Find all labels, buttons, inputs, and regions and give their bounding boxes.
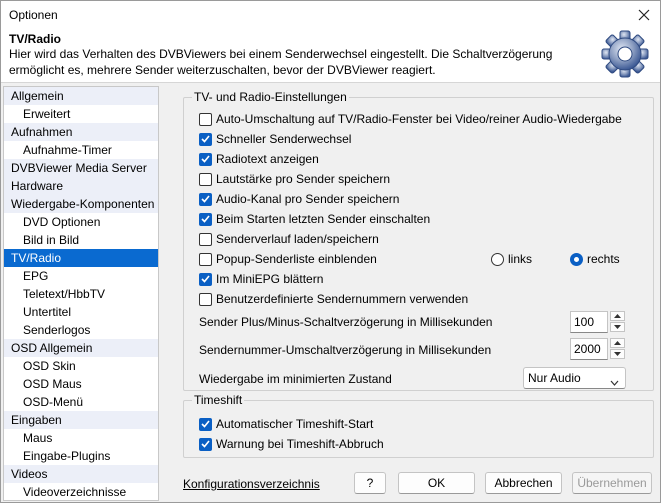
miniepg-scroll-checkbox[interactable]: Im MiniEPG blättern: [199, 270, 323, 288]
number-delay-label: Sendernummer-Umschaltverzögerung in Mill…: [199, 343, 492, 357]
number-delay-value[interactable]: 2000: [570, 338, 608, 360]
switch-delay-label: Sender Plus/Minus-Schaltverzögerung in M…: [199, 315, 493, 329]
timeshift-legend: Timeshift: [192, 393, 245, 407]
checkbox-label: Warnung bei Timeshift-Abbruch: [216, 437, 384, 451]
page-title: TV/Radio: [9, 32, 62, 46]
help-button[interactable]: ?: [354, 472, 386, 494]
checkbox[interactable]: [199, 232, 212, 246]
audio-channel-per-channel-checkbox[interactable]: Audio-Kanal pro Sender speichern: [199, 190, 399, 208]
page-description: Hier wird das Verhalten des DVBViewers b…: [9, 47, 553, 77]
radiotext-checkbox[interactable]: Radiotext anzeigen: [199, 150, 319, 168]
sidebar-item[interactable]: Bild in Bild: [4, 231, 158, 249]
checkbox-label: Schneller Senderwechsel: [216, 132, 352, 146]
sidebar-item[interactable]: OSD Allgemein: [4, 339, 158, 357]
sidebar-item[interactable]: Senderlogos: [4, 321, 158, 339]
sidebar-item[interactable]: DVBViewer Media Server: [4, 159, 158, 177]
sidebar-item[interactable]: Hardware: [4, 177, 158, 195]
sidebar-item[interactable]: DVD Optionen: [4, 213, 158, 231]
checkbox[interactable]: [199, 192, 212, 206]
sidebar-item[interactable]: Maus: [4, 429, 158, 447]
sidebar-item[interactable]: TV/Radio: [4, 249, 158, 267]
tv-radio-legend: TV- und Radio-Einstellungen: [192, 90, 349, 104]
number-delay-stepper[interactable]: 2000: [570, 338, 626, 360]
sidebar-item[interactable]: Wiedergabe-Komponenten: [4, 195, 158, 213]
sidebar-item[interactable]: Aufnahmen: [4, 123, 158, 141]
sidebar-item[interactable]: OSD Maus: [4, 375, 158, 393]
sidebar-item[interactable]: OSD Skin: [4, 357, 158, 375]
sidebar-item[interactable]: Eingabe-Plugins: [4, 447, 158, 465]
volume-per-channel-checkbox[interactable]: Lautstärke pro Sender speichern: [199, 170, 390, 188]
custom-channel-numbers-checkbox[interactable]: Benutzerdefinierte Sendernummern verwend…: [199, 290, 468, 308]
fast-channel-switch-checkbox[interactable]: Schneller Senderwechsel: [199, 130, 351, 148]
sidebar-item[interactable]: Untertitel: [4, 303, 158, 321]
checkbox[interactable]: [199, 172, 212, 186]
checkbox[interactable]: [199, 252, 212, 266]
checkbox-label: Im MiniEPG blättern: [216, 272, 324, 286]
apply-button[interactable]: Übernehmen: [572, 472, 652, 494]
sidebar-item[interactable]: Aufnahme-Timer: [4, 141, 158, 159]
checkbox[interactable]: [199, 292, 212, 306]
checkbox-label: Popup-Senderliste einblenden: [216, 252, 377, 266]
checkbox-label: Senderverlauf laden/speichern: [216, 232, 379, 246]
checkbox[interactable]: [199, 272, 212, 286]
close-icon[interactable]: [634, 5, 654, 25]
checkbox[interactable]: [199, 437, 212, 451]
popup-channel-list-checkbox[interactable]: Popup-Senderliste einblenden: [199, 250, 377, 268]
switch-delay-stepper[interactable]: 100: [570, 311, 626, 333]
checkbox-label: Lautstärke pro Sender speichern: [216, 172, 391, 186]
cancel-button[interactable]: Abbrechen: [485, 472, 562, 494]
options-window: Optionen TV/Radio Hier wird das Verhalte…: [0, 0, 661, 503]
switch-delay-value[interactable]: 100: [570, 311, 608, 333]
radio-links-button[interactable]: [491, 252, 504, 266]
spin-up-icon[interactable]: [610, 338, 625, 348]
radio-links[interactable]: links: [491, 250, 532, 268]
checkbox-label: Automatischer Timeshift-Start: [216, 417, 374, 431]
minimized-playback-label: Wiedergabe im minimierten Zustand: [199, 372, 392, 386]
chevron-down-icon: [610, 372, 619, 392]
auto-switch-checkbox[interactable]: Auto-Umschaltung auf TV/Radio-Fenster be…: [199, 110, 622, 128]
checkbox[interactable]: [199, 112, 212, 126]
sidebar-item[interactable]: Allgemein: [4, 87, 158, 105]
checkbox-label: Auto-Umschaltung auf TV/Radio-Fenster be…: [216, 112, 622, 126]
radio-links-label: links: [508, 252, 533, 266]
sidebar-item[interactable]: Erweitert: [4, 105, 158, 123]
minimized-playback-select[interactable]: Nur Audio: [523, 367, 626, 389]
title-bar: Optionen: [1, 1, 660, 29]
start-last-channel-checkbox[interactable]: Beim Starten letzten Sender einschalten: [199, 210, 430, 228]
gear-icon: [600, 29, 650, 79]
spin-down-icon[interactable]: [610, 322, 625, 332]
timeshift-warning-checkbox[interactable]: Warnung bei Timeshift-Abbruch: [199, 435, 384, 453]
sidebar-item[interactable]: EPG: [4, 267, 158, 285]
radio-rechts[interactable]: rechts: [570, 250, 620, 268]
checkbox[interactable]: [199, 152, 212, 166]
checkbox-label: Beim Starten letzten Sender einschalten: [216, 212, 431, 226]
spin-down-icon[interactable]: [610, 349, 625, 359]
radio-rechts-label: rechts: [587, 252, 620, 266]
radio-rechts-button[interactable]: [570, 252, 583, 266]
sidebar-item[interactable]: Videos: [4, 465, 158, 483]
options-tree[interactable]: Allgemein Erweitert Aufnahmen Aufnahme-Time…: [3, 86, 159, 501]
channel-history-checkbox[interactable]: Senderverlauf laden/speichern: [199, 230, 379, 248]
checkbox-label: Radiotext anzeigen: [216, 152, 319, 166]
checkbox-label: Benutzerdefinierte Sendernummern verwend…: [216, 292, 469, 306]
page-header: TV/Radio Hier wird das Verhalten des DVB…: [1, 29, 660, 83]
auto-timeshift-checkbox[interactable]: Automatischer Timeshift-Start: [199, 415, 373, 433]
sidebar-item[interactable]: Videoverzeichnisse: [4, 483, 158, 500]
checkbox[interactable]: [199, 132, 212, 146]
spin-up-icon[interactable]: [610, 311, 625, 321]
window-title: Optionen: [9, 8, 58, 22]
config-directory-link[interactable]: Konfigurationsverzeichnis: [183, 477, 320, 491]
sidebar-item[interactable]: Eingaben: [4, 411, 158, 429]
sidebar-item[interactable]: Teletext/HbbTV: [4, 285, 158, 303]
sidebar-item[interactable]: OSD-Menü: [4, 393, 158, 411]
minimized-playback-value: Nur Audio: [528, 371, 581, 385]
checkbox[interactable]: [199, 212, 212, 226]
checkbox-label: Audio-Kanal pro Sender speichern: [216, 192, 400, 206]
ok-button[interactable]: OK: [398, 472, 475, 494]
checkbox[interactable]: [199, 417, 212, 431]
